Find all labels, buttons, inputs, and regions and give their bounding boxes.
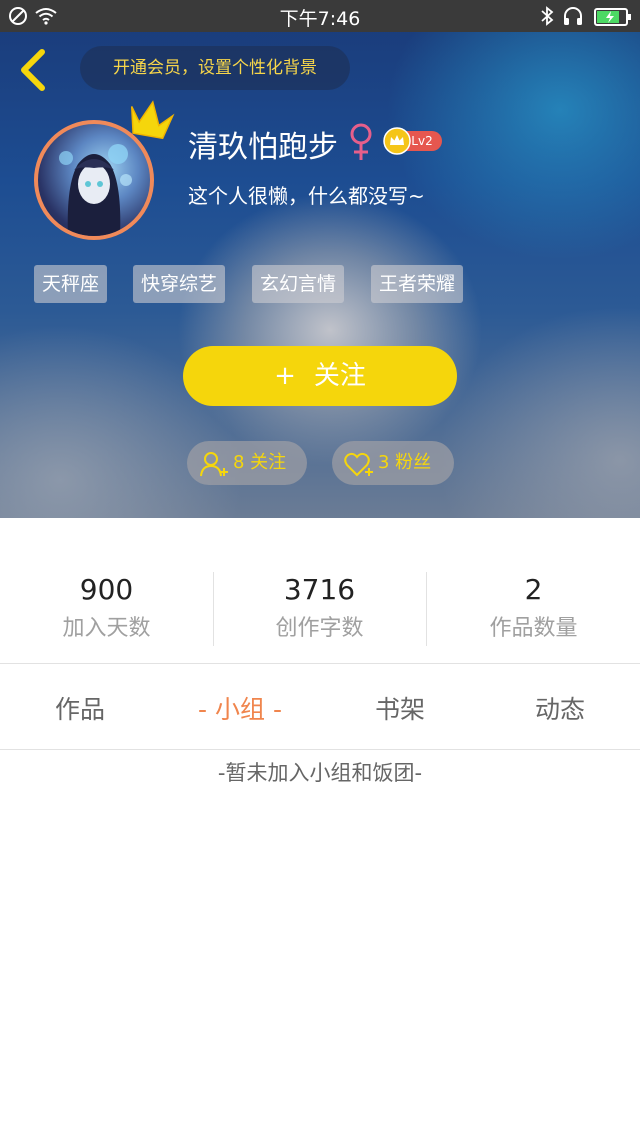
stat-label: 加入天数	[62, 616, 151, 641]
chevron-left-icon	[21, 49, 45, 91]
avatar-image	[59, 144, 132, 236]
stat-value: 3716	[283, 573, 356, 606]
user-follow-icon	[200, 452, 228, 477]
stat-value: 900	[79, 573, 134, 606]
heart-plus-icon	[344, 452, 373, 477]
back-button[interactable]	[16, 48, 52, 92]
bio-text: 这个人很懒，什么都没写~	[188, 184, 425, 208]
stat-label: 创作字数	[275, 616, 364, 641]
plus-icon: +	[274, 361, 296, 391]
stat-word-count: 3716 创作字数	[213, 570, 426, 642]
follow-button[interactable]: + 关注	[183, 346, 457, 406]
status-bar: 下午7:46	[0, 0, 640, 32]
vip-promo-button[interactable]: 开通会员，设置个性化背景	[80, 46, 350, 90]
crown-icon	[130, 100, 175, 140]
fans-count-button[interactable]: 3 粉丝	[332, 441, 454, 485]
battery-charging-icon	[594, 8, 631, 26]
follow-label: 关注	[313, 361, 366, 391]
stats-panel: 900 加入天数 3716 创作字数 2 作品数量	[0, 518, 640, 664]
username: 清玖怕跑步	[188, 130, 338, 165]
stat-label: 作品数量	[489, 616, 578, 641]
tag-item[interactable]: 玄幻言情	[252, 265, 345, 303]
tag-item[interactable]: 快穿综艺	[133, 265, 226, 303]
empty-state-message: -暂未加入小组和饭团-	[217, 761, 423, 785]
stat-works-count: 2 作品数量	[427, 570, 640, 642]
stat-value: 2	[524, 573, 543, 606]
profile-tabs: 作品 - 小组 - 书架 动态	[0, 664, 640, 750]
female-gender-icon	[350, 123, 372, 160]
tab-activity[interactable]: 动态	[480, 690, 640, 726]
vip-crown-badge-icon	[383, 127, 411, 155]
following-count-button[interactable]: 8 关注	[187, 441, 307, 485]
tag-item[interactable]: 王者荣耀	[371, 265, 464, 303]
bluetooth-icon	[541, 6, 554, 26]
headphones-icon	[564, 7, 582, 25]
fans-count: 3 粉丝	[378, 452, 432, 473]
tag-item[interactable]: 天秤座	[34, 265, 108, 303]
following-count: 8 关注	[233, 452, 287, 473]
stat-join-days: 900 加入天数	[0, 570, 213, 642]
tab-works[interactable]: 作品	[0, 690, 160, 726]
tab-groups[interactable]: - 小组 -	[160, 690, 320, 726]
tab-bookshelf[interactable]: 书架	[320, 690, 480, 726]
